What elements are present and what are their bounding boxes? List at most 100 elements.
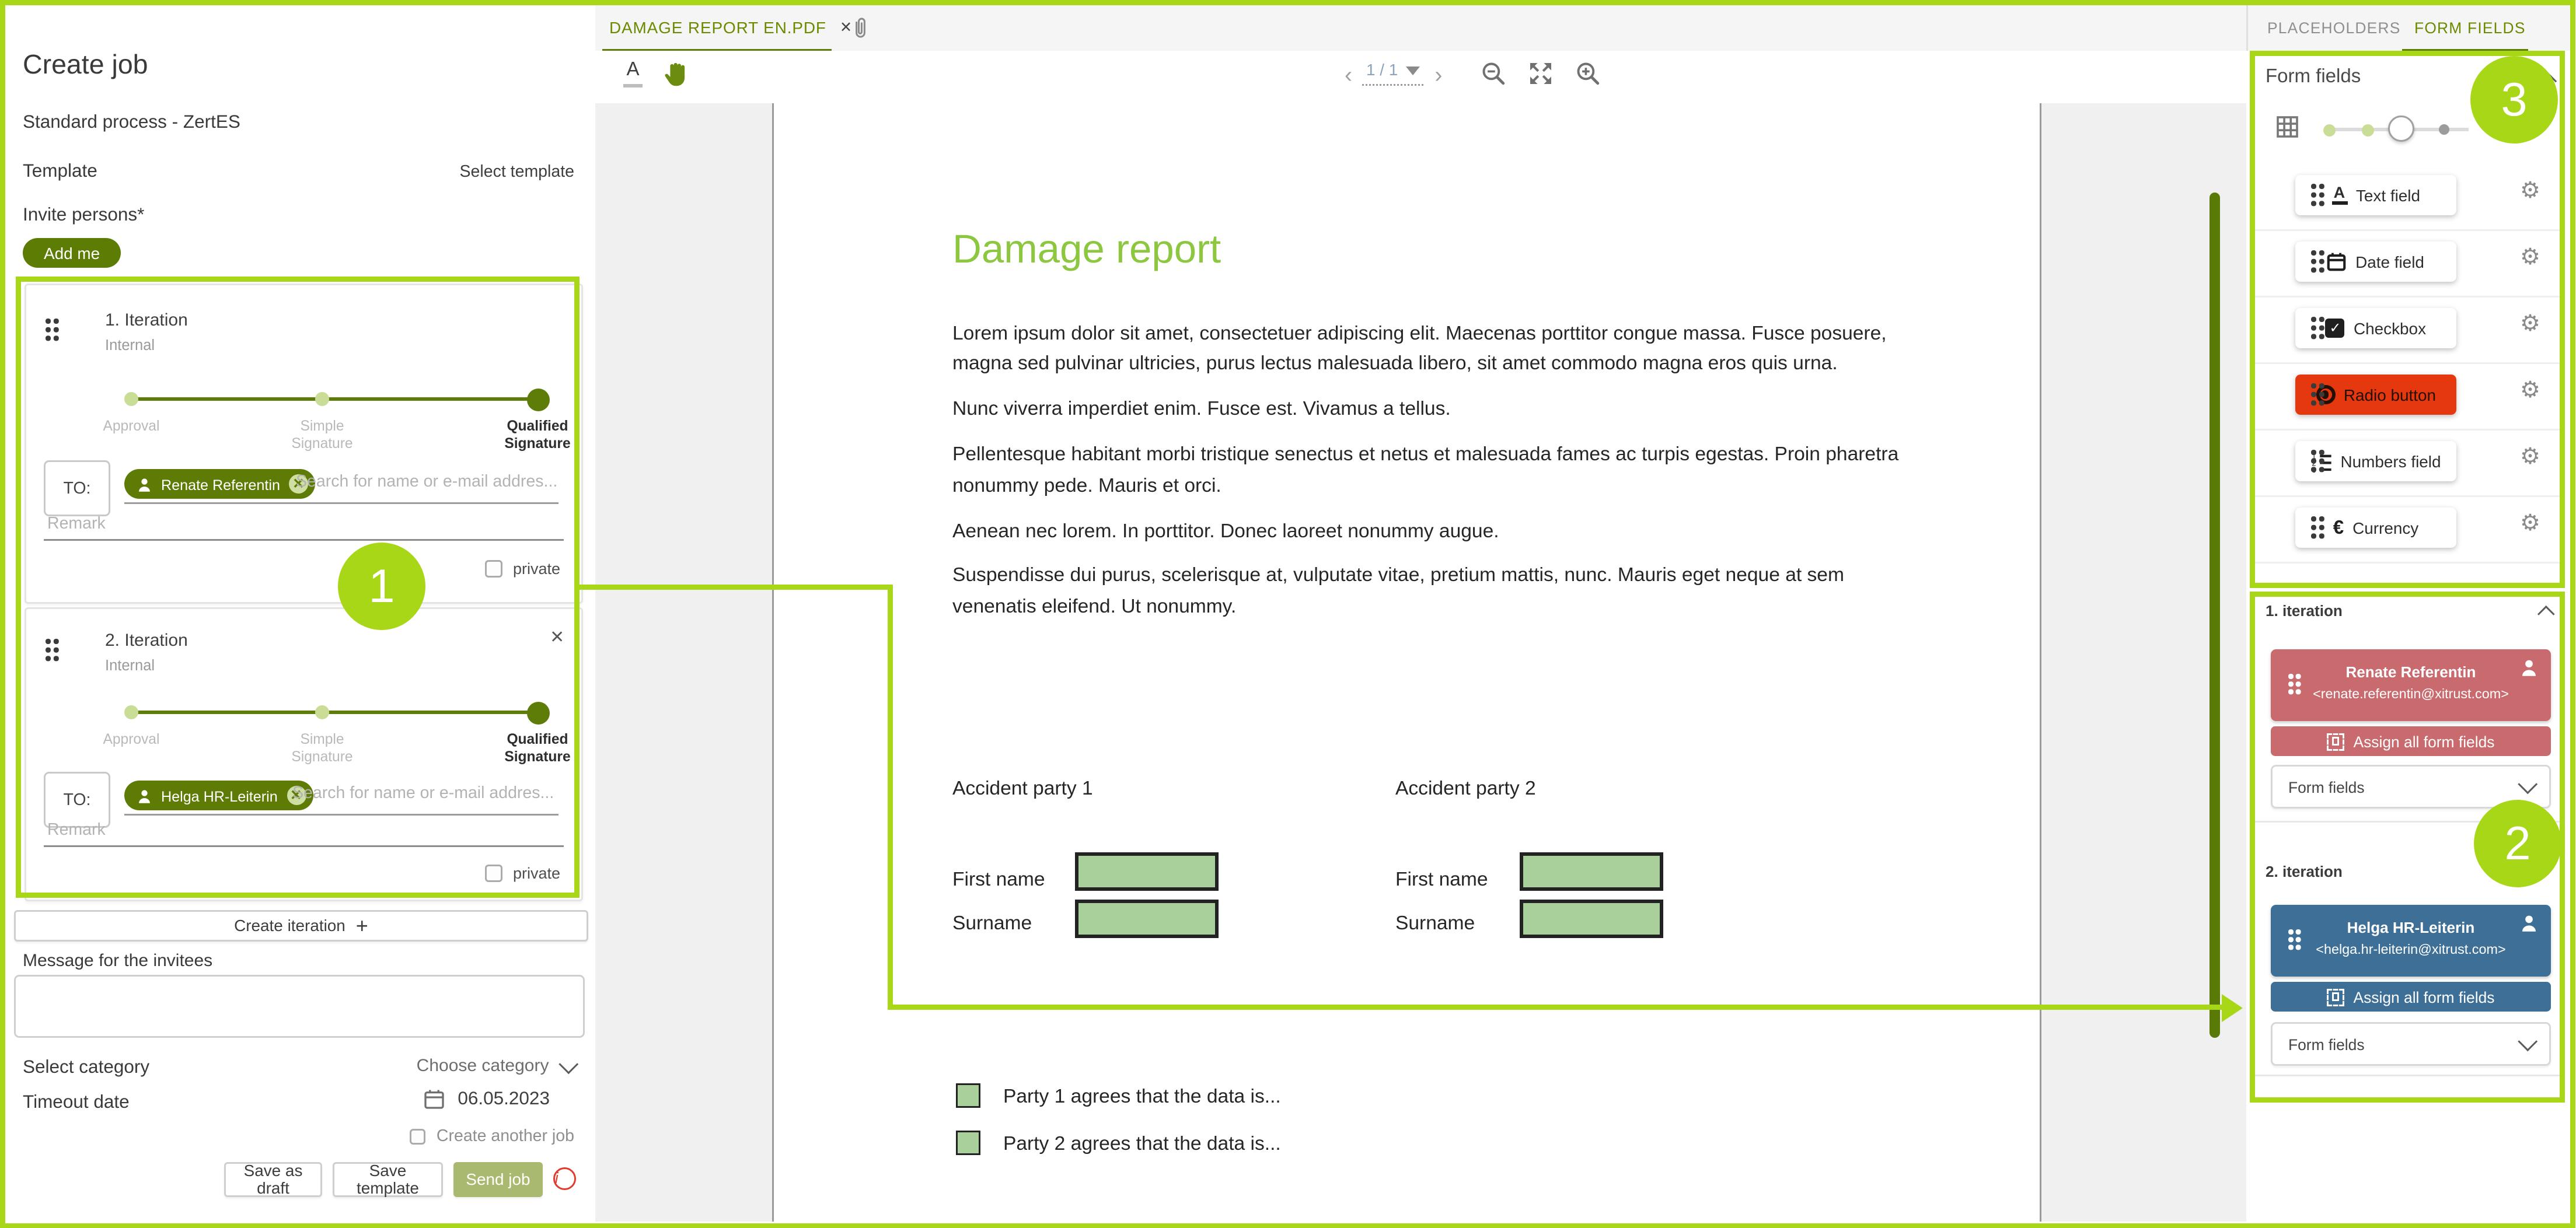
assign-all-form-fields-button-1[interactable]: Assign all form fields [2271, 726, 2551, 756]
tab-form-fields[interactable]: FORM FIELDS [2414, 19, 2526, 37]
remark-underline [44, 845, 564, 847]
to-field-button[interactable]: TO: [44, 460, 110, 516]
party-2-agree-label: Party 2 agrees that the data is... [1003, 1134, 1281, 1155]
step-simple-dot[interactable] [315, 392, 329, 406]
private-checkbox[interactable] [486, 865, 502, 882]
gear-icon[interactable]: ⚙ [2520, 312, 2540, 334]
drag-handle-icon[interactable] [2311, 383, 2316, 388]
signature-level-track[interactable] [131, 397, 537, 401]
person-icon [2519, 914, 2539, 933]
iteration-title: 2. Iteration [105, 632, 188, 651]
first-name-field-2[interactable] [1520, 852, 1663, 891]
chevron-down-icon [559, 1055, 577, 1073]
create-iteration-button[interactable]: Create iteration + [14, 910, 588, 941]
assign-fields-icon [2327, 733, 2344, 750]
field-label: Currency [2352, 519, 2418, 537]
form-fields-dropdown-2[interactable]: Form fields [2271, 1022, 2551, 1066]
signer-card-helga[interactable]: Helga HR-Leiterin <helga.hr-leiterin@xit… [2271, 905, 2551, 977]
choose-category-select[interactable]: Choose category [417, 1057, 574, 1076]
gear-icon[interactable]: ⚙ [2520, 179, 2540, 201]
surname-label-1: Surname [952, 914, 1032, 935]
currency-field-item[interactable]: € Currency [2295, 508, 2456, 548]
party-2-checkbox-field[interactable] [956, 1131, 980, 1155]
assign-label: Assign all form fields [2353, 733, 2494, 750]
viewer-scrollbar[interactable] [2210, 193, 2220, 1038]
sidebar-iteration-1-label: 1. iteration [2266, 602, 2343, 620]
step-qualified-dot[interactable] [527, 701, 550, 724]
text-field-icon: A [2331, 186, 2347, 205]
doc-paragraph: Aenean nec lorem. In porttitor. Donec la… [952, 517, 1912, 548]
signer-card-renate[interactable]: Renate Referentin <renate.referentin@xit… [2271, 649, 2551, 721]
drag-handle-icon[interactable] [2311, 250, 2316, 255]
drag-handle-icon[interactable] [46, 639, 50, 643]
date-field-item[interactable]: Date field [2295, 242, 2456, 282]
radio-button-field-item[interactable]: Radio button [2295, 375, 2456, 415]
fullscreen-icon[interactable] [1528, 61, 1552, 86]
checkbox-field-item[interactable]: ✓ Checkbox [2295, 308, 2456, 348]
field-row-text: A Text field ⚙ [2250, 163, 2565, 231]
first-name-field-1[interactable] [1075, 852, 1219, 891]
recipient-search-input[interactable] [289, 782, 562, 805]
page-indicator[interactable]: 1 / 1 [1363, 61, 1424, 86]
zoom-in-icon[interactable] [1575, 61, 1600, 86]
drag-handle-icon[interactable] [46, 319, 50, 323]
grid-size-icon[interactable] [2276, 116, 2299, 138]
field-label: Date field [2355, 253, 2424, 271]
create-another-label: Create another job [437, 1127, 574, 1146]
screenshot-stage: Create job Standard process - ZertES Tem… [0, 0, 2576, 1228]
recipient-chip[interactable]: Helga HR-Leiterin ✕ [124, 781, 313, 810]
create-another-checkbox[interactable] [409, 1128, 426, 1145]
timeout-date-picker[interactable]: 06.05.2023 [424, 1089, 550, 1110]
pdf-tab[interactable]: DAMAGE REPORT EN.PDF × [609, 18, 851, 39]
save-template-button[interactable]: Save template [333, 1162, 443, 1197]
step-simple-dot[interactable] [315, 705, 329, 719]
attachment-icon[interactable] [851, 14, 870, 42]
step-qualified-dot[interactable] [527, 388, 550, 411]
party-1-checkbox-field[interactable] [956, 1083, 980, 1108]
step-approval-dot[interactable] [124, 392, 138, 406]
message-textarea[interactable] [14, 975, 585, 1038]
surname-field-2[interactable] [1520, 900, 1663, 938]
recipient-chip[interactable]: Renate Referentin ✕ [124, 469, 315, 499]
signer-name: Renate Referentin [2271, 663, 2551, 681]
remark-input[interactable] [44, 819, 559, 842]
recipient-chip-label: Renate Referentin [161, 475, 280, 493]
send-job-button[interactable]: Send job [453, 1162, 543, 1197]
recipient-search-input[interactable] [292, 471, 562, 494]
hand-tool-icon[interactable] [662, 60, 690, 88]
assign-label: Assign all form fields [2353, 988, 2494, 1006]
form-fields-dropdown-1[interactable]: Form fields [2271, 765, 2551, 809]
text-tool-button[interactable]: A [623, 61, 643, 87]
gear-icon[interactable]: ⚙ [2520, 445, 2540, 467]
step-approval-dot[interactable] [124, 705, 138, 719]
slider-stop-3[interactable] [2439, 124, 2449, 135]
info-icon[interactable]: i [553, 1167, 576, 1190]
save-as-draft-button[interactable]: Save as draft [224, 1162, 322, 1197]
close-iteration-icon[interactable]: × [550, 623, 564, 649]
process-subtitle: Standard process - ZertES [23, 112, 240, 133]
numbers-field-item[interactable]: 1 2 3 Numbers field [2295, 441, 2456, 481]
template-label: Template [23, 161, 97, 182]
signature-level-track[interactable] [131, 711, 537, 715]
tab-placeholders[interactable]: PLACEHOLDERS [2267, 19, 2401, 37]
drag-handle-icon[interactable] [2311, 450, 2316, 454]
next-page-icon[interactable]: › [1434, 62, 1442, 85]
close-tab-icon[interactable]: × [840, 18, 851, 39]
drag-handle-icon[interactable] [2311, 516, 2316, 521]
gear-icon[interactable]: ⚙ [2520, 511, 2540, 534]
prev-page-icon[interactable]: ‹ [1345, 62, 1352, 85]
field-label: Radio button [2344, 386, 2436, 404]
drag-handle-icon[interactable] [2311, 184, 2316, 188]
gear-icon[interactable]: ⚙ [2520, 245, 2540, 268]
recipient-input-underline [124, 502, 559, 504]
private-checkbox[interactable] [486, 561, 502, 578]
text-field-item[interactable]: A Text field [2295, 175, 2456, 215]
add-me-button[interactable]: Add me [23, 238, 121, 268]
surname-field-1[interactable] [1075, 900, 1219, 938]
select-template-link[interactable]: Select template [460, 163, 574, 182]
zoom-out-icon[interactable] [1481, 61, 1505, 86]
drag-handle-icon[interactable] [2311, 317, 2316, 321]
gear-icon[interactable]: ⚙ [2520, 378, 2540, 401]
remark-input[interactable] [44, 513, 559, 536]
assign-all-form-fields-button-2[interactable]: Assign all form fields [2271, 982, 2551, 1012]
